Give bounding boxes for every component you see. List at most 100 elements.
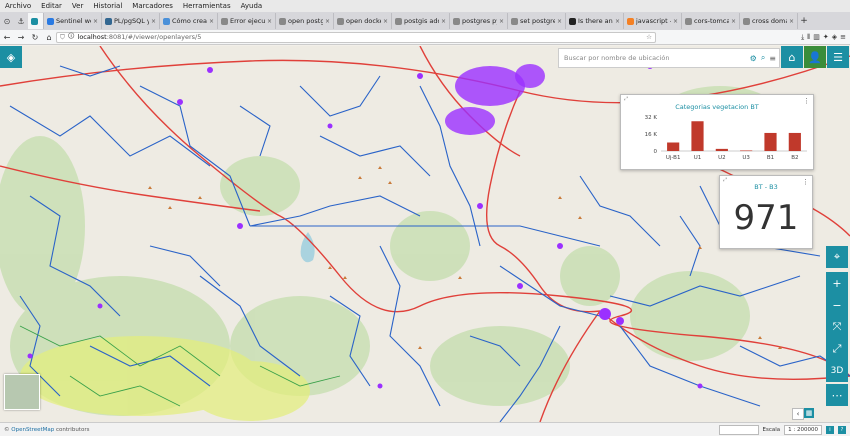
close-tab-icon[interactable]: ×: [209, 18, 214, 25]
burger-icon[interactable]: ≡: [769, 54, 776, 63]
chart-widget[interactable]: ⤢ ⋮ Categorias vegetacion BT 32 K 16 K 0 Uj…: [620, 94, 814, 170]
close-tab-icon[interactable]: ×: [499, 18, 504, 25]
tab-label: Is there any w: [578, 17, 613, 25]
scale-select[interactable]: 1 : 200000: [784, 424, 822, 435]
x-tick-label: U2: [718, 155, 726, 161]
collapse-icon[interactable]: ‹: [792, 408, 804, 420]
shield-icon[interactable]: ⛉: [60, 33, 65, 42]
close-tab-icon[interactable]: ×: [383, 18, 388, 25]
close-tab-icon[interactable]: ×: [615, 18, 620, 25]
menu-item-1[interactable]: Editar: [36, 2, 67, 10]
home-icon[interactable]: ⌂: [42, 33, 56, 42]
tab-7[interactable]: postgres pyth×: [450, 13, 508, 29]
forward-icon[interactable]: →: [14, 33, 28, 42]
tab-2[interactable]: Cómo crear y×: [160, 13, 218, 29]
firefox-view-icon[interactable]: ⊙: [0, 14, 14, 28]
bar-Uj-B1[interactable]: [667, 142, 680, 152]
close-tab-icon[interactable]: ×: [325, 18, 330, 25]
tab-4[interactable]: open postgres×: [276, 13, 334, 29]
back-icon[interactable]: ←: [0, 33, 14, 42]
tab-9[interactable]: Is there any w×: [566, 13, 624, 29]
extension-icon-2[interactable]: ◈: [832, 33, 837, 42]
pinned-tab-icon[interactable]: ⚓: [14, 14, 28, 28]
layers-button[interactable]: ◈: [0, 46, 22, 68]
user-button[interactable]: 👤: [804, 46, 826, 68]
x-tick-label: U3: [742, 155, 750, 161]
zoom-out-button[interactable]: −: [826, 294, 848, 316]
home-button[interactable]: ⌂: [781, 46, 803, 68]
search-icon[interactable]: ⌕: [761, 53, 765, 63]
tab-10[interactable]: javascript - "I×: [624, 13, 682, 29]
expand-icon: ⤧: [832, 320, 842, 333]
menu-item-5[interactable]: Herramientas: [178, 2, 236, 10]
menu-button[interactable]: ☰: [827, 46, 849, 68]
menu-item-0[interactable]: Archivo: [0, 2, 36, 10]
tab-5[interactable]: open docker p×: [334, 13, 392, 29]
tab-label: postgres pyth: [462, 17, 497, 25]
settings-gear-icon[interactable]: ⚙: [750, 54, 757, 63]
map-viewer[interactable]: ◈ Buscar por nombre de ubicación ⚙ ⌕ ≡ ⌂…: [0, 46, 850, 422]
chart-title: Categorias vegetacion BT: [675, 103, 759, 111]
sidebar-icon[interactable]: ▥: [813, 33, 820, 42]
tab-0[interactable]: Sentinel weat×: [44, 13, 102, 29]
new-tab-button[interactable]: +: [798, 16, 810, 26]
drag-handle-icon[interactable]: ⤢: [624, 96, 628, 102]
close-tab-icon[interactable]: ×: [673, 18, 678, 25]
x-tick-label: B1: [767, 155, 774, 161]
close-tab-icon[interactable]: ×: [93, 18, 98, 25]
tab-12[interactable]: cross doma ×: [740, 13, 798, 29]
bar-U1[interactable]: [691, 121, 704, 151]
attribution-link[interactable]: OpenStreetMap: [11, 427, 54, 433]
fullscreen-icon: ⤢: [832, 342, 842, 355]
downloads-icon[interactable]: ⤓: [801, 33, 804, 42]
3d-button[interactable]: 3D: [826, 360, 848, 382]
tab-1[interactable]: PL/pgSQL y c×: [102, 13, 160, 29]
close-tab-icon[interactable]: ×: [557, 18, 562, 25]
close-tab-icon[interactable]: ×: [441, 18, 446, 25]
select-extent-button[interactable]: ⤧: [826, 316, 848, 338]
location-search[interactable]: Buscar por nombre de ubicación ⚙ ⌕ ≡: [558, 48, 780, 68]
menu-item-3[interactable]: Historial: [88, 2, 127, 10]
menu-item-4[interactable]: Marcadores: [127, 2, 178, 10]
page-info-icon[interactable]: 🛈: [68, 32, 75, 43]
url-bar[interactable]: ⛉ 🛈 localhost:8081/#/viewer/openlayers/5…: [56, 31, 656, 43]
tab-11[interactable]: cors-tomcat-×: [682, 13, 740, 29]
tab-strip: ⊙ ⚓ Sentinel weat×PL/pgSQL y c×Cómo crea…: [0, 12, 850, 30]
tab-favicon-icon: [627, 17, 634, 25]
counter-widget[interactable]: ⤢ ⋮ BT - B3 971: [719, 175, 813, 249]
tab-3[interactable]: Error ejecuti×: [218, 13, 276, 29]
legend-icon[interactable]: ▦: [804, 408, 814, 418]
reload-icon[interactable]: ↻: [28, 33, 42, 42]
fullscreen-button[interactable]: ⤢: [826, 338, 848, 360]
coordinates-box: [718, 424, 759, 435]
close-tab-icon[interactable]: ×: [151, 18, 156, 25]
locate-button[interactable]: ⌖: [826, 246, 848, 268]
tab-active[interactable]: [28, 13, 44, 29]
help-icon[interactable]: ?: [838, 425, 846, 434]
bar-B1[interactable]: [764, 132, 777, 151]
close-tab-icon[interactable]: ×: [789, 18, 794, 25]
extension-icon[interactable]: ✦: [823, 33, 829, 42]
tab-8[interactable]: set postgres×: [508, 13, 566, 29]
app-menu-icon[interactable]: ≡: [840, 33, 846, 42]
bar-U3[interactable]: [740, 150, 753, 152]
library-icon[interactable]: ⫴: [807, 33, 810, 42]
bar-B2[interactable]: [788, 132, 801, 151]
zoom-in-button[interactable]: +: [826, 272, 848, 294]
tab-6[interactable]: postgis add fi×: [392, 13, 450, 29]
minus-icon: −: [832, 298, 842, 312]
search-input[interactable]: Buscar por nombre de ubicación: [564, 54, 746, 62]
more-tools-button[interactable]: ⋯: [826, 384, 848, 406]
close-tab-icon[interactable]: ×: [731, 18, 736, 25]
bookmark-star-icon[interactable]: ☆: [646, 33, 652, 41]
tab-list: Sentinel weat×PL/pgSQL y c×Cómo crear y×…: [44, 13, 798, 29]
menu-item-6[interactable]: Ayuda: [236, 2, 268, 10]
bar-U2[interactable]: [715, 148, 728, 151]
close-tab-icon[interactable]: ×: [267, 18, 272, 25]
info-icon[interactable]: i: [826, 425, 834, 434]
overview-map[interactable]: [4, 374, 40, 410]
home-icon: ⌂: [788, 50, 796, 64]
menu-item-2[interactable]: Ver: [67, 2, 88, 10]
tab-label: cross doma: [752, 17, 787, 25]
tab-label: cors-tomcat-: [694, 17, 729, 25]
